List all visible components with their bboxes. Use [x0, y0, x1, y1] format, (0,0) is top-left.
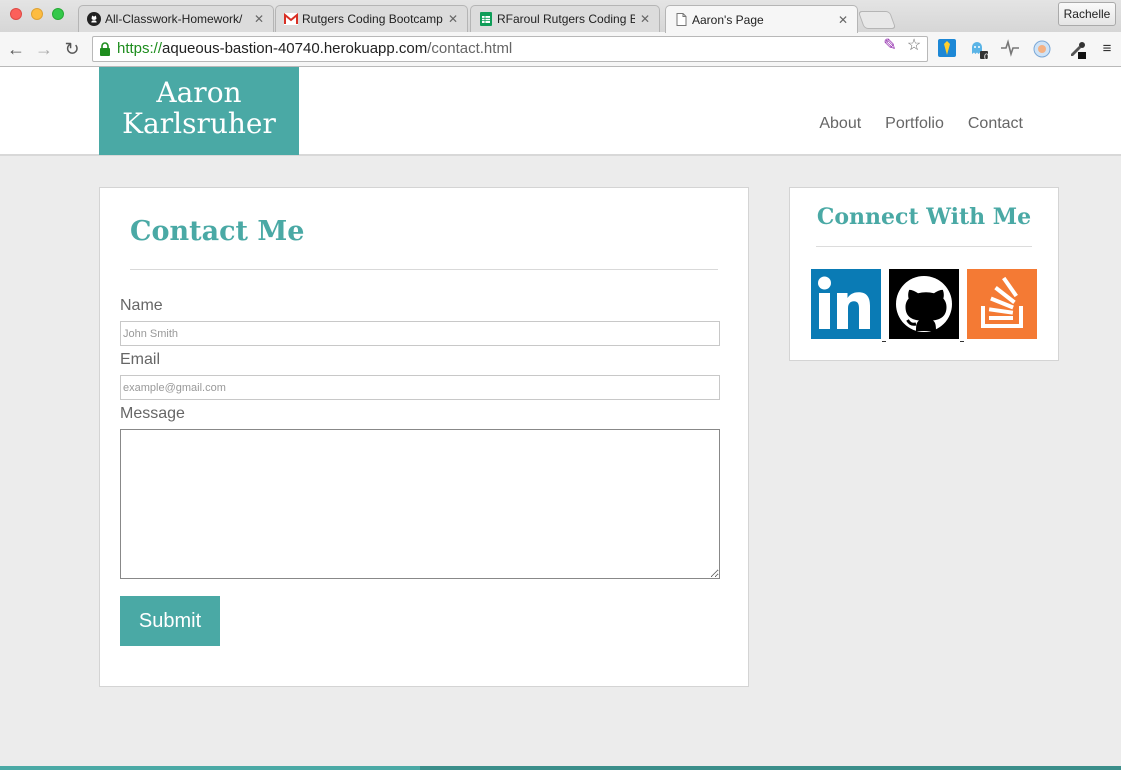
back-arrow-icon[interactable]: ←: [5, 38, 27, 60]
extension-tie-icon[interactable]: [937, 39, 957, 59]
main-nav: About Portfolio Contact: [819, 115, 1023, 133]
browser-tab-strip: All-Classwork-Homework/ ✕ Rutgers Coding…: [0, 0, 1121, 33]
site-logo[interactable]: Aaron Karlsruher: [99, 67, 299, 155]
browser-toolbar: ← → ↻ https://aqueous-bastion-40740.hero…: [0, 32, 1121, 67]
profile-button[interactable]: Rachelle: [1058, 2, 1116, 26]
connect-card: Connect With Me: [789, 187, 1059, 361]
close-tab-icon[interactable]: ✕: [253, 12, 265, 26]
menu-icon[interactable]: ≡: [1097, 39, 1117, 59]
quill-extension-icon[interactable]: ✎: [881, 37, 899, 55]
github-icon: [889, 269, 959, 339]
divider: [816, 246, 1032, 247]
extension-badge-count: 0: [984, 52, 990, 62]
link-underline: [960, 341, 964, 342]
logo-last-name: Karlsruher: [122, 107, 276, 140]
url-scheme: https://: [117, 40, 163, 57]
zoom-window-button[interactable]: [52, 8, 64, 20]
reload-icon[interactable]: ↻: [61, 38, 83, 60]
gmail-icon: [284, 12, 298, 26]
linkedin-icon: [811, 269, 881, 339]
logo-first-name: Aaron: [156, 76, 242, 109]
url-host: aqueous-bastion-40740.herokuapp.com: [162, 40, 428, 57]
email-input[interactable]: [120, 375, 720, 400]
close-tab-icon[interactable]: ✕: [837, 13, 849, 27]
message-label: Message: [120, 405, 185, 422]
browser-tab-active[interactable]: Aaron's Page ✕: [665, 5, 858, 33]
nav-contact-link[interactable]: Contact: [968, 115, 1023, 133]
address-bar[interactable]: https://aqueous-bastion-40740.herokuapp.…: [92, 36, 928, 62]
github-link[interactable]: [889, 269, 959, 339]
github-icon: [87, 12, 101, 26]
close-window-button[interactable]: [10, 8, 22, 20]
site-header: Aaron Karlsruher About Portfolio Contact: [0, 67, 1121, 156]
forward-arrow-icon[interactable]: →: [33, 38, 55, 60]
minimize-window-button[interactable]: [31, 8, 43, 20]
submit-button[interactable]: Submit: [120, 596, 220, 646]
page-icon: [674, 13, 688, 27]
name-label: Name: [120, 297, 163, 314]
nav-portfolio-link[interactable]: Portfolio: [885, 115, 944, 133]
nav-about-link[interactable]: About: [819, 115, 861, 133]
extension-pulse-icon[interactable]: [1000, 39, 1020, 59]
bookmark-star-icon[interactable]: ☆: [905, 37, 923, 55]
contact-card: Contact Me Name Email Message Submit: [99, 187, 749, 687]
divider: [130, 269, 718, 270]
stackoverflow-icon: [967, 269, 1037, 339]
browser-tab[interactable]: RFaroul Rutgers Coding Bo ✕: [470, 5, 660, 32]
link-underline: [882, 341, 886, 342]
sheets-icon: [479, 12, 493, 26]
message-textarea[interactable]: [120, 429, 720, 579]
name-input[interactable]: [120, 321, 720, 346]
tab-title: Rutgers Coding Bootcamp: [302, 12, 443, 26]
linkedin-link[interactable]: [811, 269, 881, 339]
tab-title: All-Classwork-Homework/: [105, 12, 243, 26]
browser-tab[interactable]: All-Classwork-Homework/ ✕: [78, 5, 274, 32]
lock-icon: [100, 42, 110, 56]
tab-title: Aaron's Page: [692, 12, 764, 27]
url-path: /contact.html: [427, 40, 513, 57]
browser-tab[interactable]: Rutgers Coding Bootcamp ✕: [275, 5, 468, 32]
contact-title: Contact Me: [130, 216, 305, 247]
page-viewport: Aaron Karlsruher About Portfolio Contact…: [0, 67, 1121, 770]
email-label: Email: [120, 351, 161, 368]
extension-eyedropper-icon[interactable]: [1068, 39, 1088, 59]
footer-bar: [0, 766, 1121, 770]
tab-title: RFaroul Rutgers Coding Bo: [497, 12, 635, 26]
close-tab-icon[interactable]: ✕: [639, 12, 651, 26]
connect-title: Connect With Me: [816, 204, 1032, 230]
new-tab-button[interactable]: [857, 11, 897, 29]
close-tab-icon[interactable]: ✕: [447, 12, 459, 26]
stackoverflow-link[interactable]: [967, 269, 1037, 339]
extension-globe-icon[interactable]: [1032, 39, 1052, 59]
